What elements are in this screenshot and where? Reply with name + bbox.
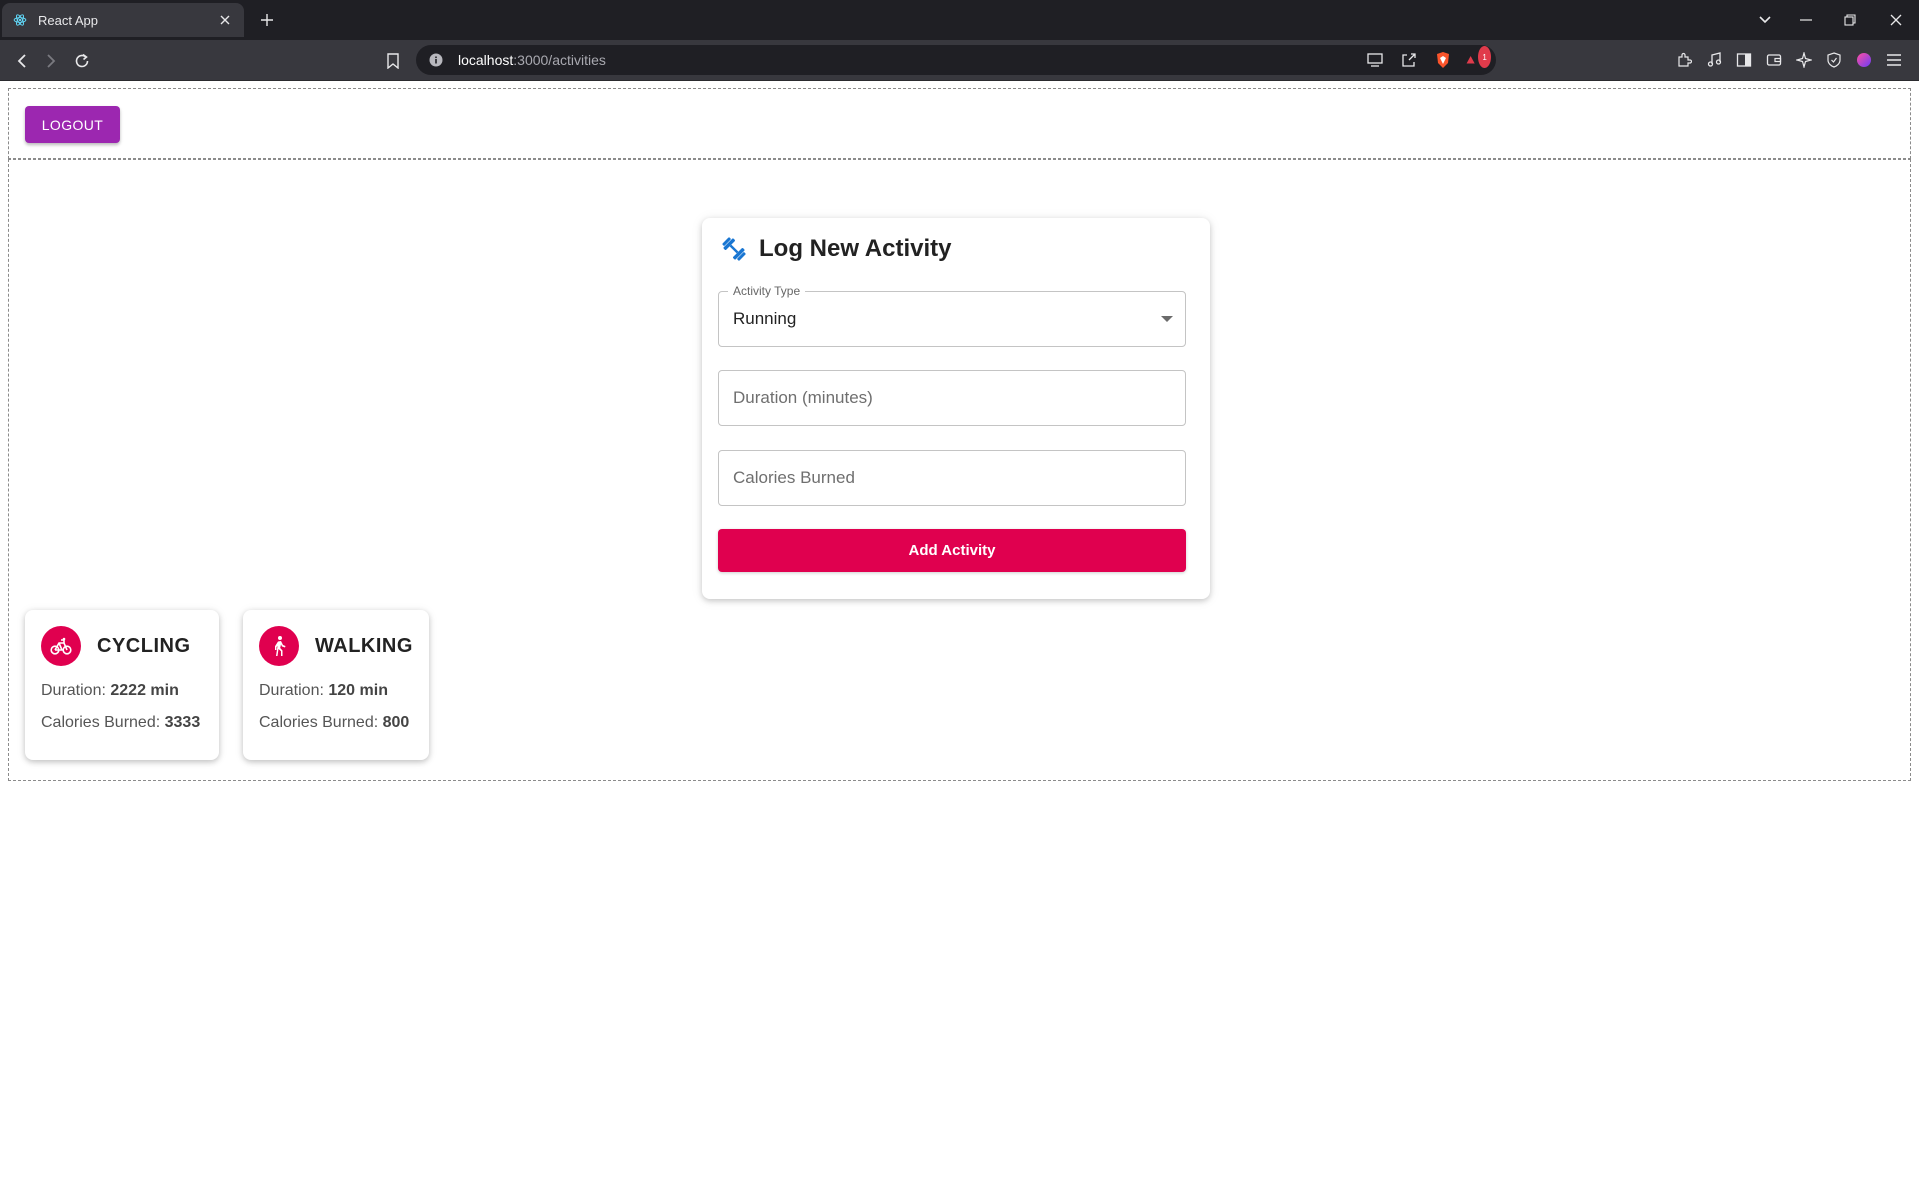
address-bar[interactable]: localhost:3000/activities 1	[416, 45, 1496, 75]
install-app-icon[interactable]	[1364, 49, 1386, 71]
media-icon[interactable]	[1703, 49, 1725, 71]
activity-card[interactable]: CYCLING Duration: 2222 min Calories Burn…	[25, 610, 219, 760]
react-logo-icon	[12, 12, 28, 28]
browser-toolbar: localhost:3000/activities 1	[0, 40, 1919, 81]
duration-input[interactable]: Duration (minutes)	[718, 370, 1186, 426]
log-activity-form: Log New Activity Activity Type Running D…	[702, 218, 1210, 599]
restore-icon[interactable]	[1838, 8, 1862, 32]
activity-card-header: WALKING	[259, 626, 413, 666]
bookmark-icon[interactable]	[381, 49, 405, 73]
tab-list-chevron-icon[interactable]	[1753, 8, 1777, 32]
duration-label: Duration:	[41, 682, 106, 699]
close-window-icon[interactable]	[1884, 8, 1908, 32]
walk-icon	[259, 626, 299, 666]
dumbbell-icon	[719, 234, 749, 264]
bike-icon	[41, 626, 81, 666]
page-content: LOGOUT Log New Activity Activity Type Ru…	[0, 81, 1919, 1199]
brave-shield-icon[interactable]	[1432, 49, 1454, 71]
url-path: :3000/activities	[513, 52, 606, 68]
extensions-icon[interactable]	[1673, 49, 1695, 71]
activity-duration: Duration: 120 min	[259, 682, 388, 700]
form-title: Log New Activity	[759, 235, 952, 262]
tab-title: React App	[38, 12, 98, 28]
site-info-icon[interactable]	[428, 52, 444, 68]
url-text: localhost:3000/activities	[458, 52, 606, 68]
notification-badge: 1	[1478, 46, 1491, 68]
activity-duration: Duration: 2222 min	[41, 682, 179, 700]
calories-input[interactable]: Calories Burned	[718, 450, 1186, 506]
activity-calories: Calories Burned: 3333	[41, 714, 200, 732]
activity-calories: Calories Burned: 800	[259, 714, 409, 732]
share-icon[interactable]	[1398, 49, 1420, 71]
add-activity-button[interactable]: Add Activity	[718, 529, 1186, 572]
duration-label: Duration:	[259, 682, 324, 699]
calories-label: Calories Burned:	[41, 714, 161, 731]
vpn-icon[interactable]	[1823, 49, 1845, 71]
activity-type-value: Running	[733, 309, 797, 328]
form-header: Log New Activity	[719, 234, 951, 264]
dropdown-caret-icon[interactable]	[1161, 316, 1173, 322]
activity-card[interactable]: WALKING Duration: 120 min Calories Burne…	[243, 610, 429, 760]
sidebar-icon[interactable]	[1733, 49, 1755, 71]
leo-ai-icon[interactable]	[1793, 49, 1815, 71]
activity-type-label: Activity Type	[728, 284, 806, 298]
close-tab-icon[interactable]	[216, 11, 234, 29]
calories-value: 3333	[164, 714, 201, 731]
calories-label: Calories Burned:	[259, 714, 379, 731]
app-header: LOGOUT	[8, 88, 1911, 159]
activity-type-select[interactable]: Activity Type Running	[718, 284, 1186, 347]
brave-rewards-icon[interactable]: 1	[1466, 46, 1491, 71]
url-host: localhost	[458, 52, 514, 68]
duration-value: 2222 min	[110, 682, 179, 699]
wallet-icon[interactable]	[1763, 49, 1785, 71]
profile-icon[interactable]	[1853, 49, 1875, 71]
browser-tab[interactable]: React App	[2, 3, 244, 37]
logout-button[interactable]: LOGOUT	[25, 106, 120, 143]
calories-value: 800	[382, 714, 410, 731]
menu-icon[interactable]	[1883, 49, 1905, 71]
browser-tab-bar: React App	[0, 0, 1919, 40]
activity-type: CYCLING	[97, 634, 191, 657]
new-tab-icon[interactable]	[256, 9, 278, 31]
calories-placeholder: Calories Burned	[733, 468, 855, 487]
activity-type: WALKING	[315, 634, 413, 657]
back-icon[interactable]	[10, 49, 34, 73]
reload-icon[interactable]	[70, 49, 94, 73]
duration-placeholder: Duration (minutes)	[733, 388, 873, 407]
duration-value: 120 min	[328, 682, 388, 699]
minimize-icon[interactable]	[1794, 8, 1818, 32]
activity-card-header: CYCLING	[41, 626, 191, 666]
forward-icon[interactable]	[39, 49, 63, 73]
